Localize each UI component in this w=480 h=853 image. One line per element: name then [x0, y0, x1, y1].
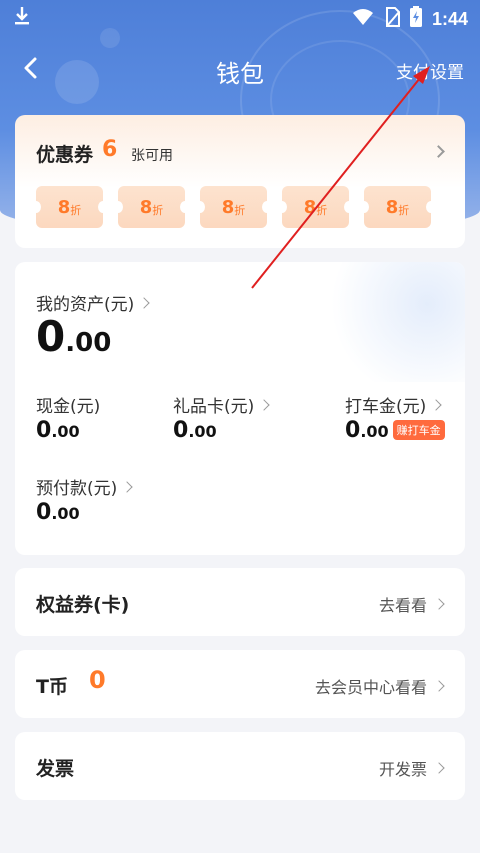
rights-coupon-action[interactable]: 去看看 — [378, 592, 445, 616]
cash-label: 现金(元) — [36, 397, 101, 417]
coupon-ticket[interactable]: 8折 — [195, 186, 272, 228]
cash-dec: .00 — [51, 422, 80, 441]
taxi-money-int: 0 — [345, 418, 361, 443]
invoice-action[interactable]: 开发票 — [378, 756, 445, 780]
coupon-card[interactable]: 优惠券 6 张可用 8折 8折 8折 8折 8折 — [15, 115, 465, 248]
taxi-money-dec: .00 — [360, 422, 389, 441]
chevron-right-icon — [433, 680, 445, 692]
coupon-available-text: 张可用 — [131, 148, 173, 164]
gift-card-dec: .00 — [188, 422, 217, 441]
taxi-money-label: 打车金(元) — [345, 397, 427, 417]
pay-settings-button[interactable]: 支付设置 — [396, 58, 464, 83]
invoice-title: 发票 — [36, 758, 75, 780]
chevron-right-icon — [432, 145, 445, 158]
gift-card-link[interactable]: 礼品卡(元) — [173, 392, 270, 417]
total-dec: .00 — [65, 328, 112, 358]
prepaid-dec: .00 — [51, 504, 80, 523]
coupon-title: 优惠券 — [36, 144, 94, 166]
nav-bar: 钱包 支付设置 — [0, 48, 480, 92]
tcoin-action-label: 去会员中心看看 — [314, 678, 427, 697]
cash-link[interactable]: 现金(元) — [36, 392, 100, 417]
tcoin-action[interactable]: 去会员中心看看 — [314, 674, 445, 698]
rights-coupon-row[interactable]: 权益券(卡) 去看看 — [15, 568, 465, 636]
ticket-unit: 折 — [70, 204, 82, 217]
coupon-count: 6 — [102, 137, 118, 162]
ticket-value: 8 — [303, 196, 317, 218]
ticket-value: 8 — [139, 196, 153, 218]
ticket-unit: 折 — [152, 204, 164, 217]
ticket-value: 8 — [221, 196, 235, 218]
total-int: 0 — [36, 312, 66, 361]
status-bar: 1:44 — [0, 0, 480, 34]
ticket-unit: 折 — [234, 204, 246, 217]
chevron-right-icon — [121, 480, 133, 493]
asset-card: 我的资产(元) 0 .00 现金(元) 0 .00 礼品卡(元) 0 .00 打… — [15, 262, 465, 555]
rights-coupon-title: 权益券(卡) — [36, 594, 130, 616]
prepaid-int: 0 — [36, 500, 52, 525]
chevron-right-icon — [433, 762, 445, 774]
chevron-right-icon — [430, 398, 442, 411]
status-time: 1:44 — [431, 8, 468, 29]
coupon-ticket[interactable]: 8折 — [31, 186, 108, 228]
battery-icon — [409, 6, 422, 32]
chevron-right-icon — [433, 598, 445, 610]
invoice-action-label: 开发票 — [378, 760, 427, 779]
invoice-row[interactable]: 发票 开发票 — [15, 732, 465, 800]
prepaid-value: 0 .00 — [36, 500, 80, 525]
prepaid-label: 预付款(元) — [36, 479, 118, 499]
ticket-value: 8 — [57, 196, 71, 218]
coupon-ticket-list: 8折 8折 8折 8折 8折 — [31, 186, 436, 228]
gift-card-value: 0 .00 — [173, 418, 217, 443]
coupon-ticket[interactable]: 8折 — [277, 186, 354, 228]
sim-icon — [384, 6, 400, 32]
tcoin-title: T币 — [36, 676, 68, 698]
wifi-icon — [352, 8, 374, 31]
ticket-unit: 折 — [316, 204, 328, 217]
prepaid-link[interactable]: 预付款(元) — [36, 474, 133, 499]
chevron-right-icon — [138, 296, 150, 309]
decor-glow — [315, 262, 465, 382]
tcoin-value: 0 — [89, 666, 106, 694]
cash-value: 0 .00 — [36, 418, 80, 443]
tcoin-row[interactable]: T币 0 去会员中心看看 — [15, 650, 465, 718]
coupon-ticket[interactable]: 8折 — [359, 186, 436, 228]
ticket-unit: 折 — [398, 204, 410, 217]
ticket-value: 8 — [385, 196, 399, 218]
chevron-right-icon — [258, 398, 270, 411]
coupon-ticket[interactable]: 8折 — [113, 186, 190, 228]
earn-taxi-money-badge[interactable]: 赚打车金 — [392, 420, 445, 440]
cash-int: 0 — [36, 418, 52, 443]
rights-coupon-action-label: 去看看 — [378, 596, 427, 615]
gift-card-label: 礼品卡(元) — [173, 397, 255, 417]
taxi-money-link[interactable]: 打车金(元) — [345, 392, 442, 417]
taxi-money-value: 0 .00 赚打车金 — [345, 418, 445, 443]
download-icon — [14, 6, 30, 31]
gift-card-int: 0 — [173, 418, 189, 443]
total-assets-value: 0 .00 — [36, 312, 111, 361]
